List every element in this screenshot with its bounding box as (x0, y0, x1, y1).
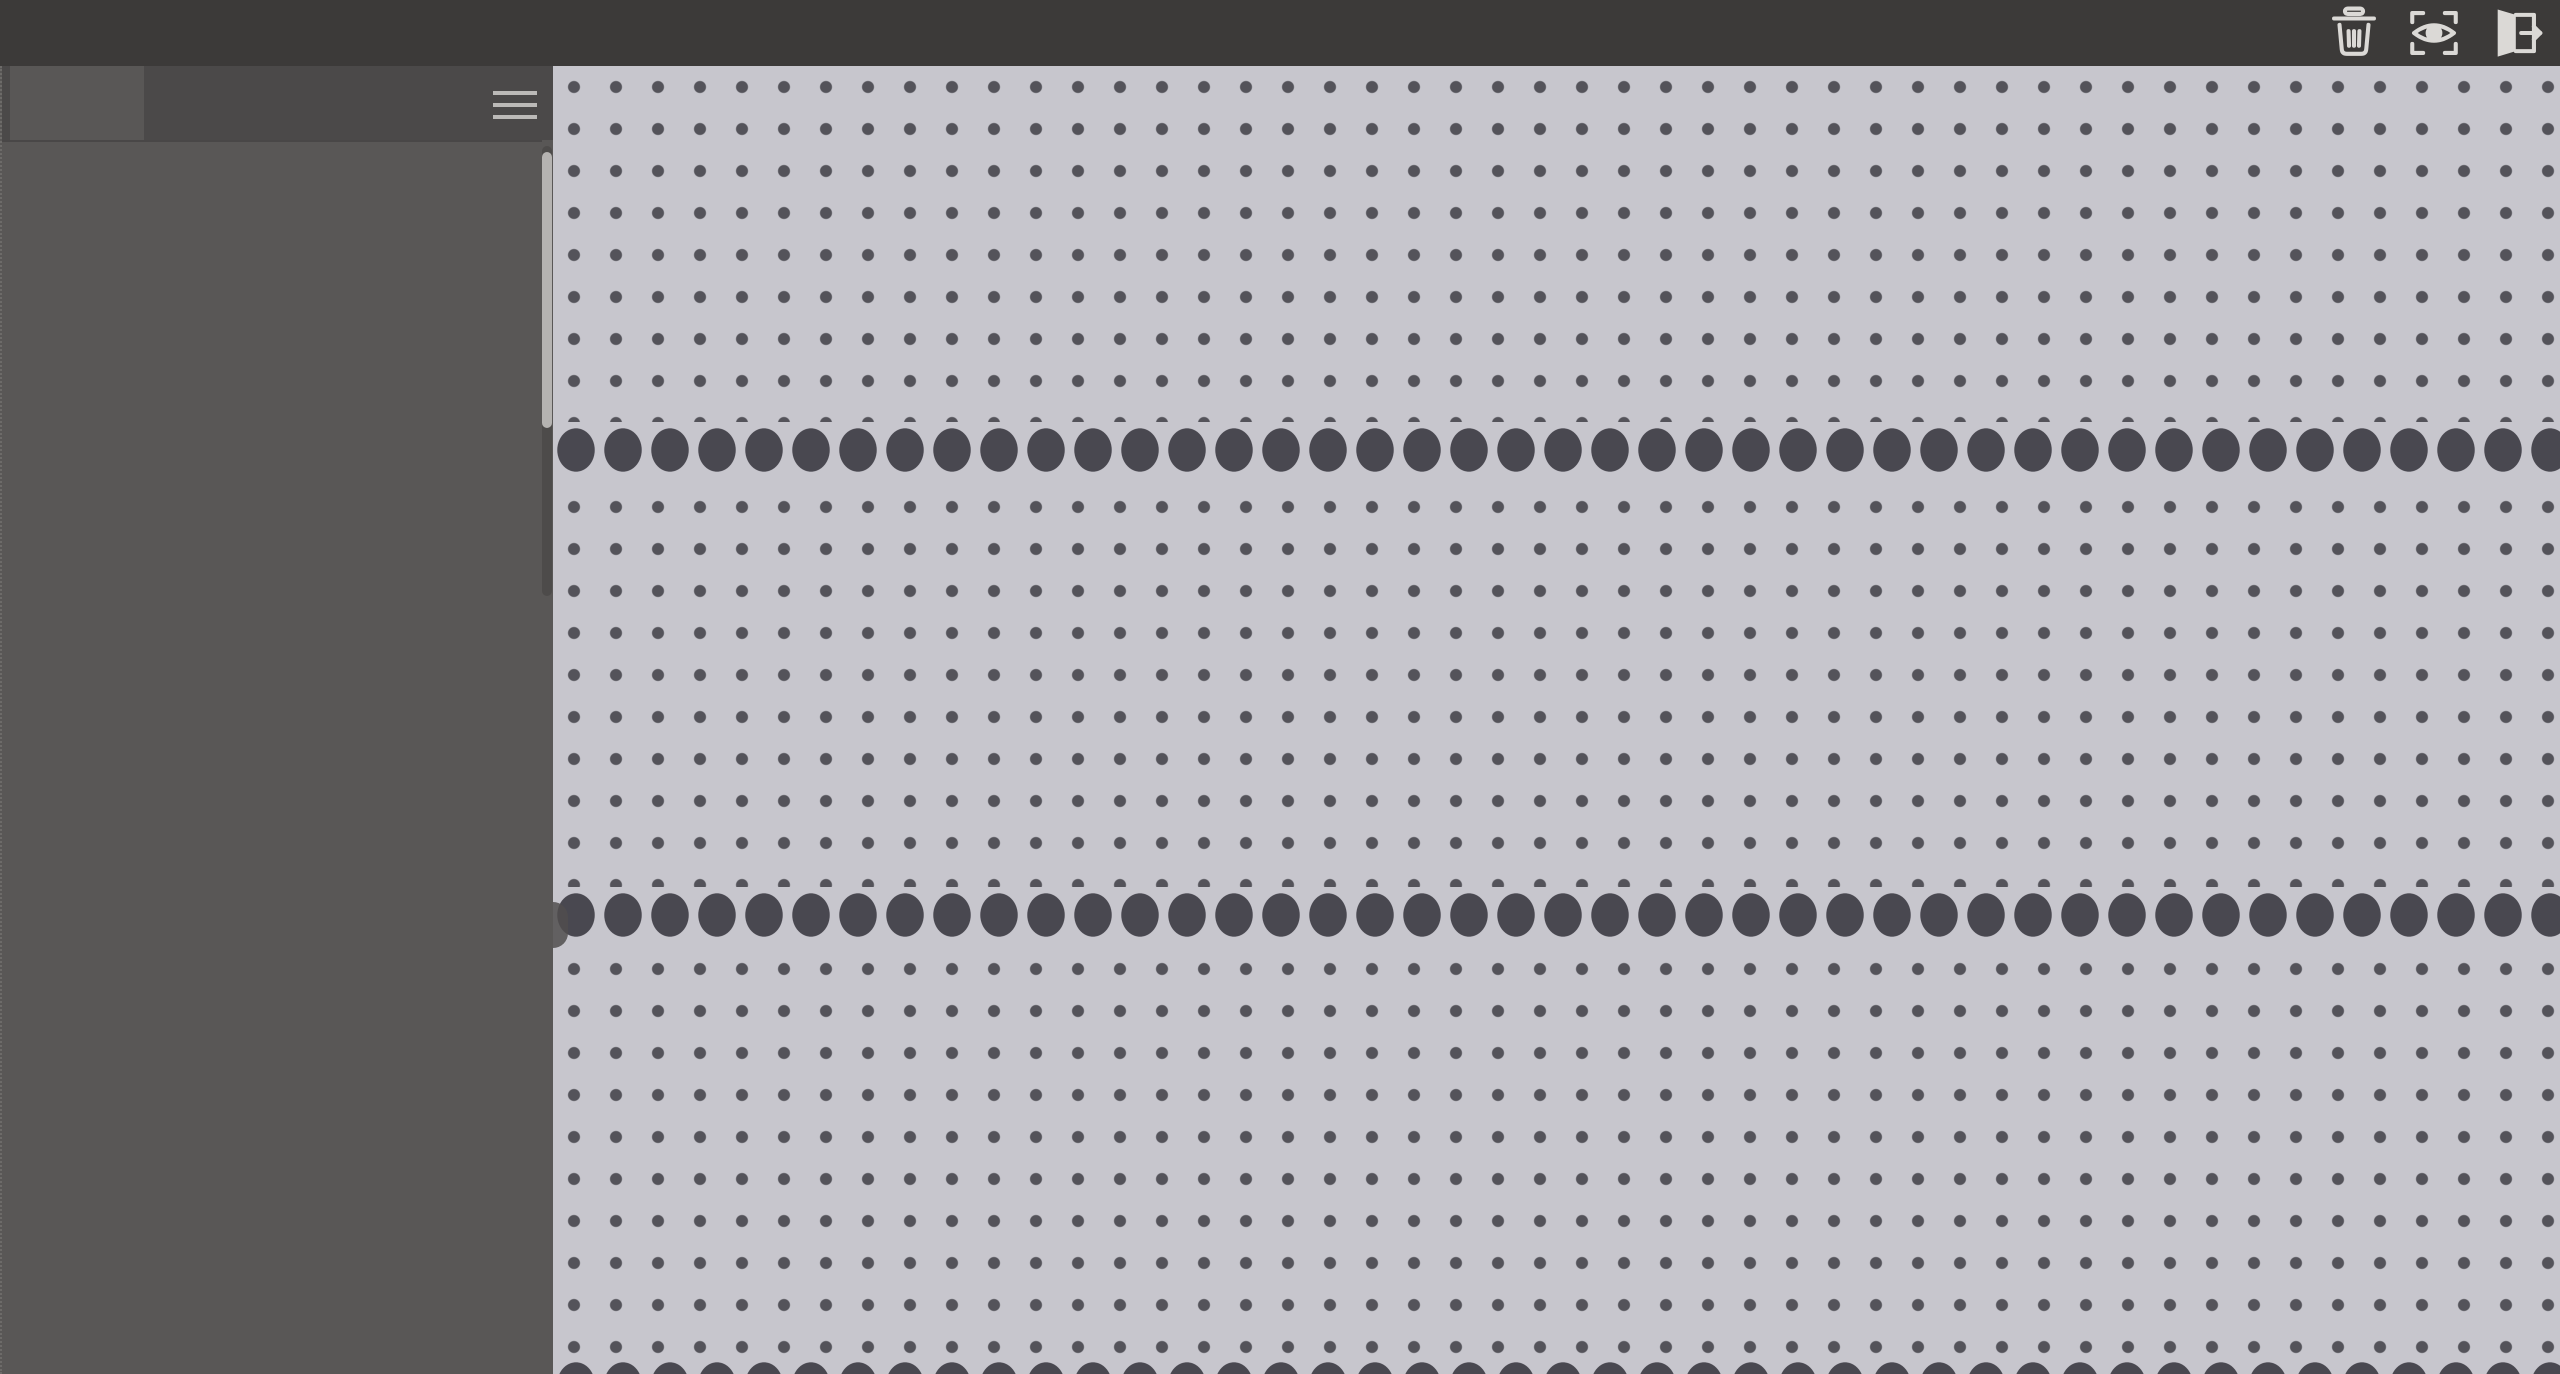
view-icon (2412, 13, 2456, 53)
sidebar-tabbar (2, 66, 555, 140)
delete-button[interactable] (2322, 4, 2386, 62)
trash-icon (2334, 9, 2374, 54)
scene-svg (553, 66, 2560, 1374)
header-toolbar (2322, 4, 2546, 62)
view-mode-button[interactable] (2402, 4, 2466, 62)
sidebar-scrollbar[interactable] (542, 146, 552, 596)
scrollbar-thumb[interactable] (542, 152, 552, 428)
exit-icon (2498, 9, 2541, 56)
menu-icon[interactable] (493, 91, 537, 119)
sidebar-menu (2, 140, 542, 142)
pegboard-canvas[interactable] (553, 66, 2560, 1374)
header (0, 0, 2560, 66)
sidebar (0, 66, 553, 1374)
tab-general[interactable] (10, 66, 144, 140)
exit-button[interactable] (2482, 4, 2546, 62)
